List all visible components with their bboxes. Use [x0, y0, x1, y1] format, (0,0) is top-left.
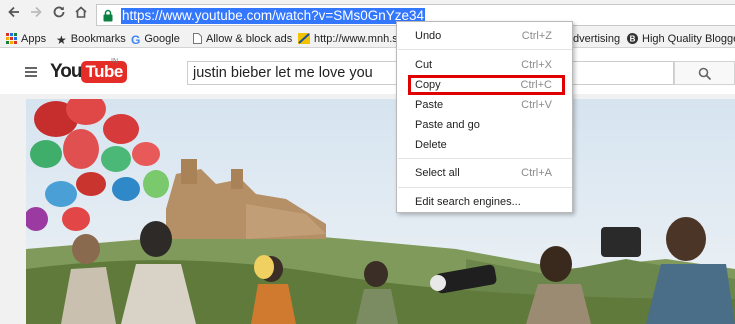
menu-item-label: Delete — [415, 139, 447, 151]
bookmark-mnh[interactable]: http://www.mnh.s — [298, 31, 398, 47]
bookmark-label: Bookmarks — [70, 33, 126, 45]
bookmark-label: High Quality Blogger — [642, 33, 735, 45]
menu-item-shortcut: Ctrl+X — [521, 59, 552, 71]
bookmark-apps[interactable]: Apps — [6, 31, 46, 47]
video-frame-image — [26, 99, 735, 324]
svg-text:B: B — [630, 34, 636, 43]
menu-item-label: Copy — [415, 79, 441, 91]
home-icon — [75, 6, 87, 18]
youtube-header: You Tube IN justin bieber let me love you — [0, 49, 735, 94]
google-icon: G — [131, 33, 141, 47]
bookmark-google[interactable]: G Google — [131, 31, 180, 47]
back-arrow-icon — [8, 6, 19, 18]
menu-icon[interactable] — [25, 67, 37, 77]
apps-grid-icon — [6, 33, 17, 44]
menu-item-paste[interactable]: Paste Ctrl+V — [397, 95, 572, 115]
menu-item-copy[interactable]: Copy Ctrl+C — [397, 75, 572, 95]
menu-item-paste-and-go[interactable]: Paste and go — [397, 115, 572, 135]
menu-item-label: Cut — [415, 59, 433, 71]
menu-item-undo[interactable]: Undo Ctrl+Z — [397, 26, 572, 46]
menu-item-label: Undo — [415, 30, 442, 42]
star-icon: ★ — [56, 33, 67, 47]
menu-item-shortcut: Ctrl+A — [521, 167, 552, 179]
reload-button[interactable] — [49, 5, 69, 25]
menu-separator — [398, 158, 572, 159]
menu-item-select-all[interactable]: Select all Ctrl+A — [397, 163, 572, 183]
menu-item-edit-search-engines[interactable]: Edit search engines... — [397, 192, 572, 212]
forward-button[interactable] — [26, 5, 46, 25]
browser-toolbar: https://www.youtube.com/watch?v=SMs0GnYz… — [0, 0, 735, 30]
bookmark-bookmarks[interactable]: ★ Bookmarks — [56, 31, 126, 47]
bookmark-allow-block-ads[interactable]: Allow & block ads — [193, 31, 292, 47]
video-player[interactable] — [26, 99, 735, 324]
forward-arrow-icon — [31, 6, 42, 18]
bookmarks-bar: Apps ★ Bookmarks G Google Allow & block ad… — [0, 30, 735, 48]
menu-item-label: Edit search engines... — [415, 196, 521, 208]
menu-item-shortcut: Ctrl+V — [521, 99, 552, 111]
search-button[interactable] — [674, 61, 735, 85]
menu-item-label: Select all — [415, 167, 460, 179]
menu-item-label: Paste and go — [415, 119, 480, 131]
search-icon — [698, 67, 712, 81]
reload-icon — [53, 6, 65, 18]
site-favicon — [298, 33, 310, 44]
lock-icon — [103, 9, 113, 22]
page-icon — [193, 33, 202, 44]
bookmark-label: Allow & block ads — [206, 33, 293, 45]
menu-item-label: Paste — [415, 99, 444, 111]
menu-item-cut[interactable]: Cut Ctrl+X — [397, 55, 572, 75]
context-menu: Undo Ctrl+Z Cut Ctrl+X Copy Ctrl+C Paste… — [396, 21, 573, 213]
bookmark-label: http://www.mnh.s — [314, 33, 398, 45]
bookmark-label: dvertising — [573, 33, 621, 45]
logo-you-text: You — [50, 61, 83, 82]
back-button[interactable] — [4, 5, 24, 25]
bookmark-advertising[interactable]: dvertising — [573, 31, 620, 47]
home-button[interactable] — [71, 5, 91, 25]
menu-separator — [398, 49, 572, 50]
blogger-icon: B — [627, 33, 638, 44]
bookmark-label: Google — [144, 33, 180, 45]
logo-tube-text: Tube — [81, 61, 127, 83]
region-label: IN — [111, 58, 118, 65]
bookmark-high-quality-blogger[interactable]: B High Quality Blogger — [627, 31, 735, 47]
menu-separator — [398, 187, 572, 188]
bookmark-label: Apps — [21, 33, 47, 45]
url-text[interactable]: https://www.youtube.com/watch?v=SMs0GnYz… — [121, 8, 426, 24]
menu-item-shortcut: Ctrl+C — [520, 79, 552, 91]
menu-item-shortcut: Ctrl+Z — [521, 30, 552, 42]
menu-item-delete[interactable]: Delete — [397, 135, 572, 155]
